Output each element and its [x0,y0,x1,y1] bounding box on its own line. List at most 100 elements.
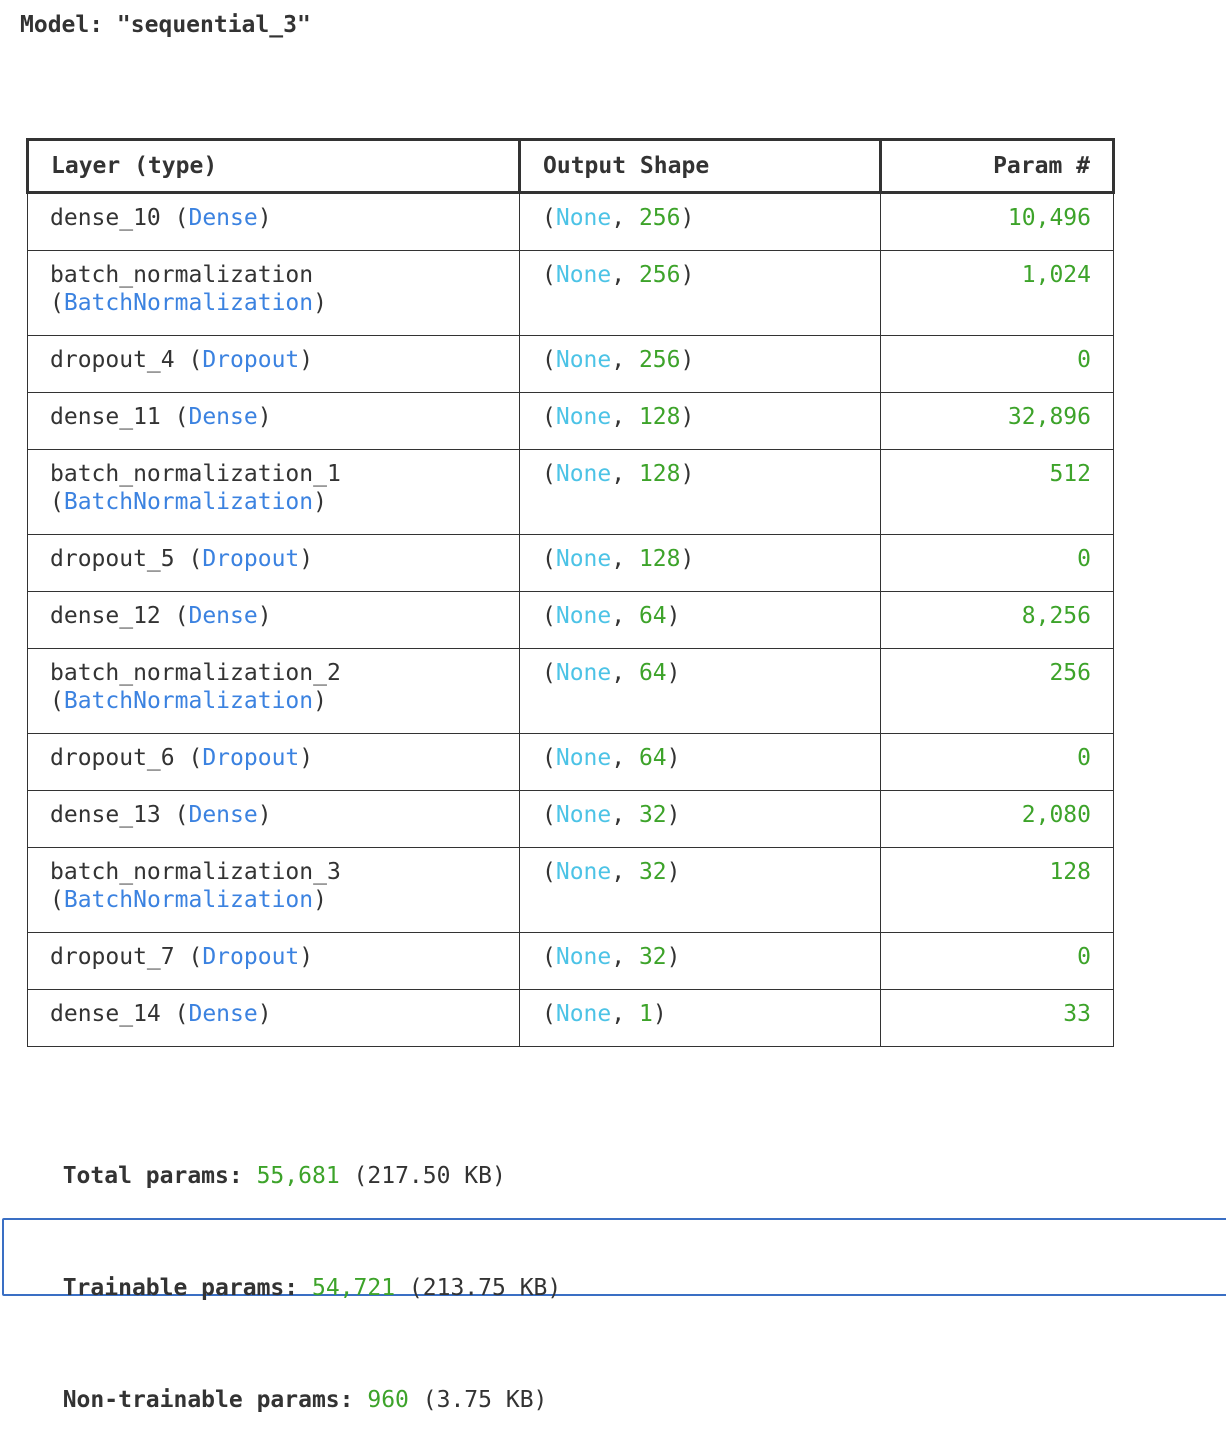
shape-dim: 32 [638,802,667,828]
shape-none: None [555,660,612,686]
layer-name: dropout_6 [50,745,175,771]
shape-dim: 128 [638,404,681,430]
table-row: dropout_5 (Dropout) (None, 128) 0 [27,534,1114,592]
param-count: 0 [1077,546,1091,572]
output-shape-cell: (None, 64) [519,591,881,649]
layer-type: Dropout [202,944,300,970]
shape-none: None [555,1001,612,1027]
table-row: batch_normalization_2 (BatchNormalizatio… [27,648,1114,734]
shape-none: None [555,802,612,828]
param-count-cell: 8,256 [880,591,1114,649]
shape-none: None [555,546,612,572]
shape-none: None [555,745,612,771]
header-output-shape: Output Shape [518,138,882,194]
output-shape-cell: (None, 256) [519,335,881,393]
layer-type: BatchNormalization [63,688,314,714]
layer-name: dropout_7 [50,944,175,970]
param-count: 1,024 [1021,262,1091,288]
param-count: 8,256 [1021,603,1091,629]
param-count-cell: 1,024 [880,250,1114,336]
layer-name: dense_12 [50,603,161,629]
output-shape-cell: (None, 32) [519,790,881,848]
layer-type: Dropout [202,546,300,572]
shape-dim: 128 [638,546,681,572]
shape-dim: 64 [638,660,667,686]
layer-name: dense_10 [50,205,161,231]
layer-name: dropout_5 [50,546,175,572]
shape-dim: 256 [638,262,681,288]
output-shape-cell: (None, 64) [519,648,881,734]
non-trainable-params-value: 960 [367,1387,409,1413]
layer-type: Dropout [202,745,300,771]
layer-cell: dense_11 (Dense) [27,392,520,450]
table-header-row: Layer (type) Output Shape Param # [26,138,1115,194]
layer-type: Dense [188,603,258,629]
output-shape-cell: (None, 128) [519,392,881,450]
layer-cell: batch_normalization_3 (BatchNormalizatio… [27,847,520,933]
param-count: 2,080 [1021,802,1091,828]
layer-cell: batch_normalization_1 (BatchNormalizatio… [27,449,520,535]
total-params-size: (217.50 KB) [353,1163,506,1189]
table-row: batch_normalization_3 (BatchNormalizatio… [27,847,1114,933]
non-trainable-params: Non-trainable params: 960 (3.75 KB) [35,1355,548,1415]
layer-cell: dropout_4 (Dropout) [27,335,520,393]
table-row: dense_11 (Dense) (None, 128) 32,896 [27,392,1114,450]
layer-type: Dense [188,1001,258,1027]
layer-type: Dense [188,404,258,430]
output-shape-cell: (None, 128) [519,449,881,535]
output-shape-cell: (None, 256) [519,250,881,336]
header-layer-type: Layer (type) [26,138,521,194]
table-row: dense_12 (Dense) (None, 64) 8,256 [27,591,1114,649]
layer-cell: dense_10 (Dense) [27,192,520,251]
param-count: 256 [1049,660,1091,686]
param-count-cell: 0 [880,733,1114,791]
output-shape-cell: (None, 1) [519,989,881,1047]
output-shape-cell: (None, 128) [519,534,881,592]
model-title: Model: "sequential_3" [20,12,311,38]
shape-none: None [555,859,612,885]
param-count-cell: 2,080 [880,790,1114,848]
layer-type: BatchNormalization [63,489,314,515]
param-count-cell: 0 [880,534,1114,592]
param-count-cell: 10,496 [880,192,1114,251]
param-count: 33 [1063,1001,1091,1027]
param-count: 0 [1077,347,1091,373]
param-count: 0 [1077,944,1091,970]
model-summary-table: Layer (type) Output Shape Param # dense_… [26,138,1115,1047]
layer-cell: batch_normalization_2 (BatchNormalizatio… [27,648,520,734]
layer-name: batch_normalization_1 [50,461,341,487]
shape-none: None [555,262,612,288]
param-count-cell: 512 [880,449,1114,535]
layer-cell: dense_13 (Dense) [27,790,520,848]
trainable-params: Trainable params: 54,721 (213.75 KB) [35,1243,562,1303]
param-count: 10,496 [1007,205,1091,231]
table-row: dropout_4 (Dropout) (None, 256) 0 [27,335,1114,393]
shape-none: None [555,404,612,430]
shape-none: None [555,944,612,970]
table-row: dense_13 (Dense) (None, 32) 2,080 [27,790,1114,848]
layer-rows: dense_10 (Dense) (None, 256) 10,496 batch_n… [27,192,1114,1047]
table-row: dense_14 (Dense) (None, 1) 33 [27,989,1114,1047]
layer-cell: dropout_6 (Dropout) [27,733,520,791]
layer-cell: dense_14 (Dense) [27,989,520,1047]
param-count-cell: 33 [880,989,1114,1047]
param-count-cell: 32,896 [880,392,1114,450]
layer-type: Dropout [202,347,300,373]
trainable-params-value: 54,721 [311,1275,396,1301]
output-shape-cell: (None, 256) [519,192,881,251]
layer-name: dropout_4 [50,347,175,373]
layer-name: dense_14 [50,1001,161,1027]
shape-dim: 64 [638,745,667,771]
layer-cell: dropout_5 (Dropout) [27,534,520,592]
output-shape-cell: (None, 32) [519,847,881,933]
layer-cell: dropout_7 (Dropout) [27,932,520,990]
table-row: dropout_7 (Dropout) (None, 32) 0 [27,932,1114,990]
shape-none: None [555,205,612,231]
layer-name: dense_13 [50,802,161,828]
shape-dim: 256 [638,347,681,373]
table-row: batch_normalization_1 (BatchNormalizatio… [27,449,1114,535]
trainable-params-label: Trainable params: [62,1275,299,1301]
table-row: dense_10 (Dense) (None, 256) 10,496 [27,192,1114,251]
param-count: 0 [1077,745,1091,771]
layer-type: Dense [188,802,258,828]
